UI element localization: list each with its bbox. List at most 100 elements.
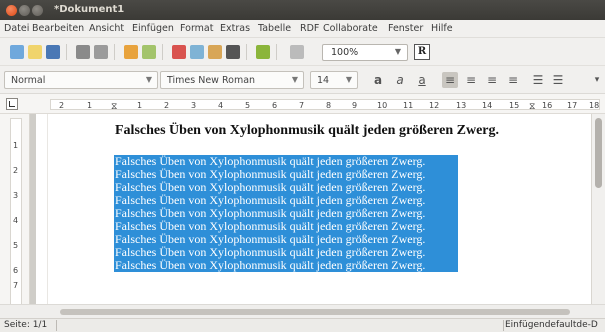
ruler-label: 8: [326, 101, 332, 110]
menu-bearbeiten[interactable]: Bearbeiten: [32, 23, 84, 34]
toolbar-separator: [246, 44, 247, 60]
copy-icon[interactable]: [190, 45, 204, 59]
ruler-label: 2: [164, 101, 170, 110]
zoom-select[interactable]: 100% ▼: [322, 44, 408, 61]
toolbar-separator: [114, 44, 115, 60]
ruler-label: 2: [59, 101, 65, 110]
menu-rdf[interactable]: RDF: [300, 23, 319, 34]
chevron-down-icon: ▼: [345, 75, 352, 84]
document-heading[interactable]: Falsches Üben von Xylophonmusik quält je…: [115, 123, 499, 139]
vruler-label: 5: [13, 241, 19, 250]
insert-table-icon[interactable]: [290, 45, 304, 59]
vruler-label: 6: [13, 266, 19, 275]
vruler-label: 1: [13, 141, 19, 150]
horizontal-scrollbar[interactable]: [0, 304, 605, 318]
ruler-label: 9: [352, 101, 358, 110]
document-page[interactable]: Falsches Üben von Xylophonmusik quält je…: [36, 114, 591, 318]
bold-icon[interactable]: a: [370, 72, 386, 88]
font-name-value: Times New Roman: [167, 75, 256, 86]
document-workspace: 1 2 3 4 5 6 7 Falsches Üben von Xylophon…: [0, 114, 605, 318]
indent-marker-icon[interactable]: ⧖: [111, 102, 117, 112]
minimize-window-button[interactable]: [19, 5, 30, 16]
italic-icon[interactable]: a: [392, 72, 408, 88]
menu-bar: Datei Bearbeiten Ansicht Einfügen Format…: [0, 20, 605, 38]
language-status[interactable]: default: [545, 320, 577, 330]
redo-icon[interactable]: [142, 45, 156, 59]
justify-icon[interactable]: ≡: [505, 72, 521, 88]
ruler-label: 13: [456, 101, 467, 110]
print-preview-icon[interactable]: [94, 45, 108, 59]
menu-tabelle[interactable]: Tabelle: [258, 23, 291, 34]
undo-icon[interactable]: [124, 45, 138, 59]
print-icon[interactable]: [76, 45, 90, 59]
toolbar-separator: [66, 44, 67, 60]
menu-hilfe[interactable]: Hilfe: [431, 23, 453, 34]
menu-extras[interactable]: Extras: [220, 23, 250, 34]
vertical-scrollbar[interactable]: [591, 114, 605, 318]
window-title: *Dokument1: [54, 4, 125, 15]
paste-icon[interactable]: [208, 45, 222, 59]
bullet-list-icon[interactable]: ☰: [550, 72, 566, 88]
standard-toolbar: 100% ▼ R: [0, 38, 605, 66]
format-paintbrush-icon[interactable]: [226, 45, 240, 59]
status-separator: [503, 320, 504, 331]
locale-status[interactable]: de-D: [576, 320, 597, 330]
menu-ansicht[interactable]: Ansicht: [89, 23, 124, 34]
toolbar-separator: [276, 44, 277, 60]
ruler-label: 15: [509, 101, 520, 110]
insert-mode-status[interactable]: Einfügen: [505, 320, 545, 330]
numbered-list-icon[interactable]: ☰: [530, 72, 546, 88]
menu-collaborate[interactable]: Collaborate: [323, 23, 378, 34]
font-name-select[interactable]: Times New Roman ▼: [160, 71, 304, 89]
zoom-value: 100%: [331, 47, 359, 58]
close-window-button[interactable]: [6, 5, 17, 16]
ruler-label: 17: [567, 101, 578, 110]
vertical-ruler: 1 2 3 4 5 6 7: [0, 114, 30, 318]
ruler-label: 11: [403, 101, 414, 110]
menu-datei[interactable]: Datei: [4, 23, 29, 34]
font-size-value: 14: [317, 75, 330, 86]
paragraph-style-value: Normal: [11, 75, 46, 86]
horizontal-ruler: 2 1 ⧖ 1 2 3 4 5 6 7 8 9 10 11 12 13 14 1…: [0, 94, 605, 114]
status-bar: Seite: 1/1 Einfügendefaultde-D: [0, 318, 605, 332]
save-icon[interactable]: [46, 45, 60, 59]
align-right-icon[interactable]: ≡: [484, 72, 500, 88]
vruler-label: 7: [13, 281, 19, 290]
formatting-toolbar: Normal ▼ Times New Roman ▼ 14 ▼ a a a ≡ …: [0, 66, 605, 94]
font-size-select[interactable]: 14 ▼: [310, 71, 358, 89]
ruler-label: 5: [245, 101, 251, 110]
ruler-label: 4: [218, 101, 224, 110]
chevron-down-icon: ▼: [394, 47, 401, 56]
vertical-scroll-thumb[interactable]: [595, 118, 602, 188]
status-separator: [56, 320, 57, 331]
horizontal-scroll-thumb[interactable]: [60, 309, 570, 315]
cut-icon[interactable]: [172, 45, 186, 59]
ruler-strip[interactable]: 2 1 ⧖ 1 2 3 4 5 6 7 8 9 10 11 12 13 14 1…: [50, 99, 600, 112]
open-folder-icon[interactable]: [28, 45, 42, 59]
title-bar: *Dokument1: [0, 0, 605, 20]
menu-format[interactable]: Format: [180, 23, 213, 34]
maximize-window-button[interactable]: [32, 5, 43, 16]
ruler-label: 1: [137, 101, 143, 110]
chevron-down-icon: ▼: [145, 75, 152, 84]
ruler-label: 12: [429, 101, 440, 110]
ruler-label: 6: [272, 101, 278, 110]
underline-icon[interactable]: a: [414, 72, 430, 88]
align-center-icon[interactable]: ≡: [463, 72, 479, 88]
ruler-label: 3: [191, 101, 197, 110]
spellcheck-icon[interactable]: [256, 45, 270, 59]
status-right-group: Einfügendefaultde-D: [505, 320, 598, 330]
toolbar-overflow-icon[interactable]: ▾: [592, 72, 602, 88]
align-left-icon[interactable]: ≡: [442, 72, 458, 88]
right-indent-marker-icon[interactable]: ⧖: [529, 102, 535, 112]
selected-text-line[interactable]: Falsches Üben von Xylophonmusik quält je…: [114, 259, 458, 272]
page-count-status[interactable]: Seite: 1/1: [4, 320, 47, 330]
rdf-r-button[interactable]: R: [414, 44, 430, 60]
paragraph-style-select[interactable]: Normal ▼: [4, 71, 158, 89]
menu-einfuegen[interactable]: Einfügen: [132, 23, 174, 34]
menu-fenster[interactable]: Fenster: [388, 23, 423, 34]
new-document-icon[interactable]: [10, 45, 24, 59]
page-margin: [36, 114, 48, 318]
ruler-label: 18: [589, 101, 600, 110]
tab-stop-type-icon[interactable]: [6, 98, 18, 110]
